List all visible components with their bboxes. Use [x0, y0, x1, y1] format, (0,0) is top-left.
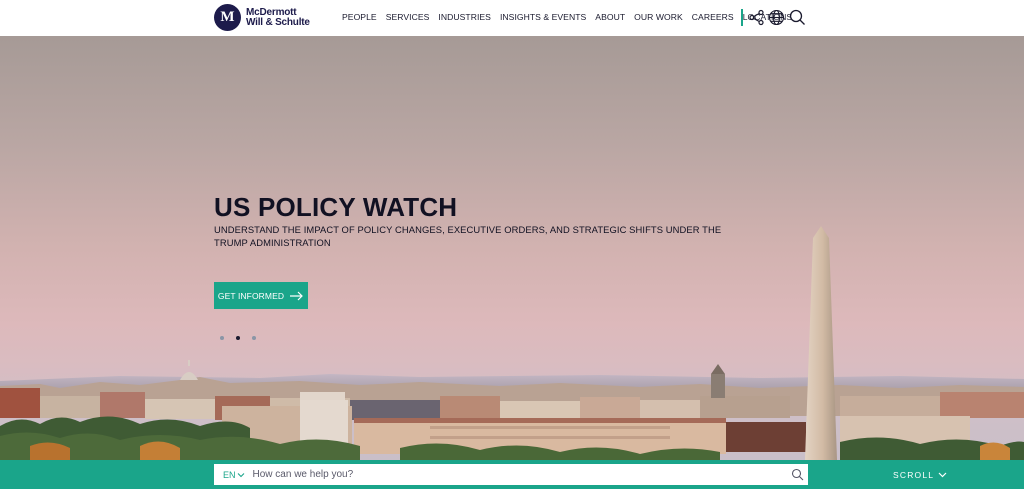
hero-subtitle: UNDERSTAND THE IMPACT OF POLICY CHANGES,… [214, 224, 722, 248]
nav-item-our-work[interactable]: OUR WORK [634, 12, 683, 22]
site-search-input[interactable] [252, 469, 773, 480]
get-informed-label: GET INFORMED [217, 290, 285, 301]
carousel-dot-2[interactable] [236, 336, 240, 340]
site-header: M McDermott Will & Schulte PEOPLE SERVIC… [0, 0, 1024, 36]
logo-name-line1: McDermott [246, 6, 297, 18]
scroll-button[interactable]: SCROLL [893, 470, 947, 480]
hero-banner: US POLICY WATCH UNDERSTAND THE IMPACT OF… [0, 36, 1024, 460]
firm-logo[interactable]: M McDermott Will & Schulte [214, 4, 310, 31]
scroll-label: SCROLL [893, 470, 935, 480]
logo-monogram: M [214, 4, 241, 31]
nav-item-people[interactable]: PEOPLE [342, 12, 377, 22]
get-informed-button[interactable]: GET INFORMED [214, 282, 308, 309]
language-label: EN [223, 469, 236, 480]
globe-icon[interactable] [768, 9, 785, 26]
nav-item-industries[interactable]: INDUSTRIES [438, 12, 491, 22]
carousel-dot-3[interactable] [252, 336, 256, 340]
search-icon[interactable] [789, 9, 806, 26]
logo-wordmark: McDermott Will & Schulte [246, 6, 310, 28]
main-nav: PEOPLE SERVICES INDUSTRIES INSIGHTS & EV… [342, 12, 801, 22]
chevron-down-icon [938, 472, 947, 478]
share-icon[interactable] [748, 9, 765, 26]
bottom-search-bar: EN SCROLL [0, 460, 1024, 489]
chevron-down-icon [237, 472, 244, 477]
nav-item-about[interactable]: ABOUT [595, 12, 625, 22]
arrow-right-icon [290, 291, 303, 300]
search-box: EN [214, 464, 808, 485]
nav-item-insights-events[interactable]: INSIGHTS & EVENTS [500, 12, 586, 22]
logo-name-line2: Will & Schulte [246, 16, 310, 28]
nav-item-careers[interactable]: CAREERS [692, 12, 734, 22]
language-selector[interactable]: EN [223, 470, 245, 480]
hero-title: US POLICY WATCH [214, 192, 458, 222]
search-submit-icon[interactable] [791, 468, 804, 481]
carousel-dot-1[interactable] [220, 336, 224, 340]
nav-item-services[interactable]: SERVICES [386, 12, 430, 22]
nav-divider [741, 9, 743, 26]
